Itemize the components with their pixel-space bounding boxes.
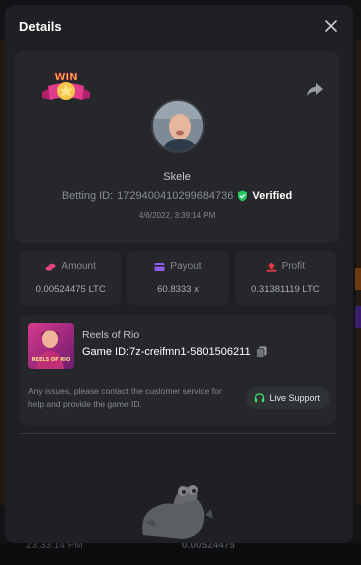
game-id-row: Game ID:7z-creifmn1-5801506211 (82, 346, 267, 358)
backdrop-strip (355, 306, 361, 328)
game-thumbnail[interactable]: REELS OF RIO (28, 323, 74, 369)
stat-value: 0.31381119 LTC (250, 284, 320, 295)
card-icon (154, 262, 165, 271)
bet-timestamp: 4/6/2022, 3:39:14 PM (138, 211, 216, 220)
win-badge-icon: WIN (42, 72, 90, 100)
betting-id-label: Betting ID: (61, 190, 114, 202)
betting-id-value: 1729400410299684736 (117, 190, 234, 202)
stats-row: Amount 0.00524475 LTC Payout 60.8333 x Profi… (20, 251, 336, 305)
backdrop-bottom-row: 23:33:14 PM 0.00524475 (0, 540, 361, 565)
stat-card-amount: Amount 0.00524475 LTC (20, 251, 122, 305)
close-icon (325, 20, 337, 32)
close-button[interactable] (321, 16, 341, 36)
backdrop-strip (355, 268, 361, 290)
modal-header: Details (5, 5, 353, 47)
game-id-label: Game ID: (82, 346, 130, 358)
game-name: Reels of Rio (82, 329, 140, 341)
stat-card-payout: Payout 60.8333 x (127, 251, 229, 305)
profit-icon (266, 262, 277, 272)
betting-id-row: Betting ID: 1729400410299684736 Verified (15, 190, 339, 202)
copy-icon[interactable] (255, 346, 267, 358)
game-thumbnail-art: REELS OF RIO (28, 323, 74, 369)
avatar (151, 99, 205, 153)
coins-icon (45, 263, 56, 271)
stat-card-profit: Profit 0.31381119 LTC (234, 251, 336, 305)
headset-icon (255, 392, 265, 402)
game-thumbnail-text: REELS OF RIO (32, 357, 71, 363)
live-support-label: Live Support (269, 393, 320, 403)
stat-label-row: Amount (45, 261, 96, 272)
avatar-photo (153, 101, 203, 151)
stat-label-row: Payout (154, 261, 202, 272)
game-card: REELS OF RIO Reels of Rio Game ID:7z-cre… (20, 315, 336, 425)
crocodile-mascot-icon (142, 485, 213, 539)
share-button[interactable] (305, 79, 325, 99)
stat-label-row: Profit (266, 261, 305, 272)
stat-label: Amount (61, 261, 96, 272)
stat-value: 0.00524475 LTC (35, 284, 106, 295)
divider (20, 433, 336, 434)
player-card: WIN Skele Betting ID: 172940041029968473… (15, 51, 339, 243)
game-id-value: 7z-creifmn1-5801506211 (129, 346, 251, 358)
modal-title: Details (19, 18, 62, 34)
stat-label: Payout (170, 261, 202, 272)
win-badge-text: WIN (54, 72, 77, 83)
username: Skele (163, 171, 191, 183)
details-modal: Details WIN Skele Betting ID: 1729400410… (5, 5, 353, 543)
verified-shield-icon (238, 190, 248, 202)
live-support-button[interactable]: Live Support (246, 387, 330, 409)
share-icon (307, 83, 323, 96)
verified-label: Verified (252, 190, 293, 202)
support-message: Any issues, please contact the customer … (28, 386, 222, 409)
stat-label: Profit (281, 261, 305, 272)
stat-value: 60.8333 x (157, 284, 199, 295)
